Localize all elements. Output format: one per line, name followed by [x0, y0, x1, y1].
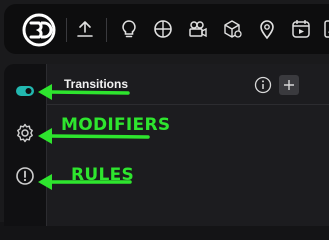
info-icon[interactable]	[254, 76, 272, 94]
sidebar-item-transitions[interactable]	[14, 80, 36, 102]
sphere-icon[interactable]	[152, 18, 174, 40]
add-transition-button[interactable]	[279, 75, 299, 95]
3d-logo-icon[interactable]	[22, 13, 56, 47]
upload-icon[interactable]	[74, 18, 96, 40]
plus-icon	[284, 80, 294, 90]
top-toolbar	[4, 4, 329, 54]
lightbulb-icon[interactable]	[118, 18, 140, 40]
text-box-icon[interactable]	[322, 18, 329, 40]
panel-header: Transitions	[47, 64, 329, 105]
transitions-toggle-icon	[16, 86, 34, 96]
video-calendar-icon[interactable]	[290, 18, 312, 40]
cube-settings-icon[interactable]	[222, 18, 244, 40]
sidebar-item-modifiers[interactable]	[14, 122, 36, 144]
panel-title: Transitions	[64, 77, 129, 91]
app-window: Transitions MODIFIERS RULES	[0, 0, 329, 226]
gear-icon	[17, 123, 33, 143]
location-pin-icon[interactable]	[256, 18, 278, 40]
toolbar-divider	[66, 18, 67, 42]
camera-icon[interactable]	[187, 18, 209, 40]
transitions-panel: Transitions	[46, 64, 329, 226]
alert-circle-icon	[16, 167, 34, 185]
sidebar-item-rules[interactable]	[14, 165, 36, 187]
left-sidebar	[4, 64, 46, 226]
toolbar-divider	[106, 18, 107, 42]
